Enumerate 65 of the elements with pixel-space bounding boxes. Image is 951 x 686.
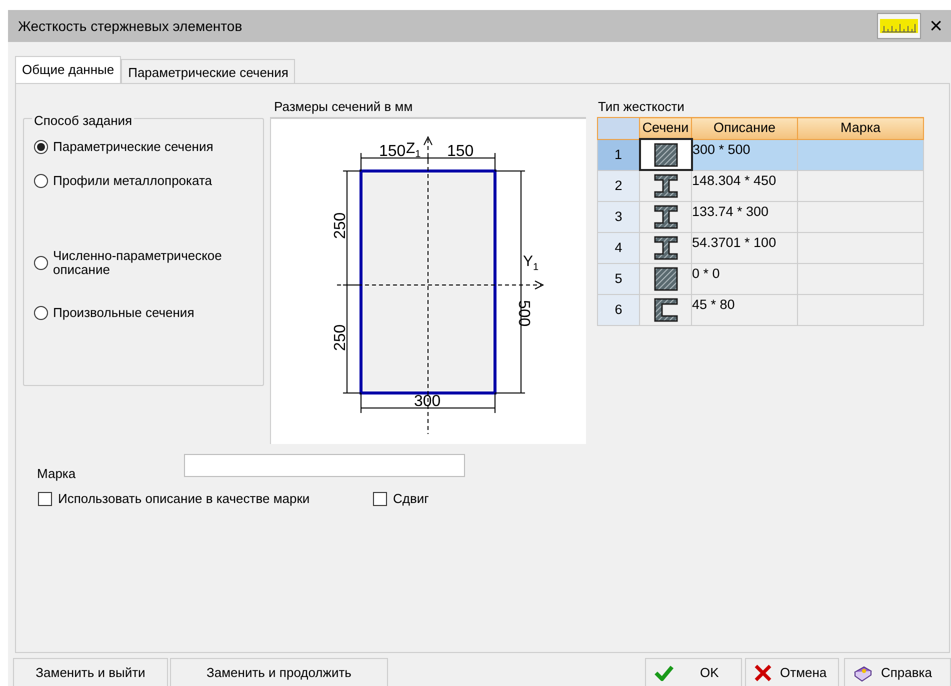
dimension-label: 300 <box>414 393 441 410</box>
table-cell: 148.304 * 450 <box>692 170 798 202</box>
plain-button[interactable]: Заменить и продолжить <box>170 658 388 686</box>
table-row[interactable]: 1 300 * 500 <box>598 139 924 170</box>
radio-label: Численно-параметрическое описание <box>53 249 223 278</box>
table-row[interactable]: 6 45 * 80 <box>598 294 924 326</box>
column-header[interactable]: Сечени <box>640 118 692 140</box>
row-number: 4 <box>598 232 640 264</box>
mark-field[interactable] <box>184 454 465 477</box>
book-icon <box>853 664 873 682</box>
field-label: Марка <box>37 465 76 483</box>
section-icon <box>652 296 678 323</box>
table-title: Тип жесткости <box>598 98 684 116</box>
table-cell: 45 * 80 <box>692 294 798 326</box>
close-icon <box>754 664 772 682</box>
close-button[interactable]: × <box>921 15 951 37</box>
help-button[interactable]: Справка <box>844 658 951 686</box>
corner-cell <box>598 118 640 140</box>
column-header[interactable]: Марка <box>798 118 924 140</box>
dimension-label: 150 <box>447 143 474 160</box>
dimension-label: 250 <box>332 212 349 239</box>
dimension-label: 150 <box>379 143 406 160</box>
ruler-button[interactable] <box>877 13 921 39</box>
row-number: 5 <box>598 263 640 294</box>
row-number: 2 <box>598 170 640 202</box>
ok-button[interactable]: OK <box>645 658 742 686</box>
table-row[interactable]: 3 133.74 * 300 <box>598 201 924 232</box>
table-cell: 0 * 0 <box>692 263 798 294</box>
radio-label: Параметрические сечения <box>53 138 214 156</box>
section-icon <box>652 142 678 168</box>
window-title: Жесткость стержневых элементов <box>18 16 242 36</box>
checkbox-label: Использовать описание в качестве марки <box>58 490 310 508</box>
checkbox[interactable] <box>373 492 387 506</box>
checkbox[interactable] <box>38 492 52 506</box>
radio-label: Профили металлопроката <box>53 172 212 190</box>
table-cell: 54.3701 * 100 <box>692 232 798 264</box>
row-number: 1 <box>598 139 640 170</box>
table-row[interactable]: 4 54.3701 * 100 <box>598 232 924 264</box>
row-number: 3 <box>598 201 640 232</box>
checkbox-label: Сдвиг <box>393 490 429 508</box>
axis-label: Z$_{1}$ <box>406 140 421 160</box>
tab[interactable]: Общие данные <box>15 56 122 83</box>
radio-button[interactable] <box>34 140 48 154</box>
section-icon <box>652 173 678 199</box>
plain-button[interactable]: Заменить и выйти <box>13 658 168 686</box>
radio-button[interactable] <box>34 256 48 270</box>
dimension-label: 250 <box>332 324 349 351</box>
cancel-button[interactable]: Отмена <box>745 658 839 686</box>
section-icon <box>652 234 678 261</box>
table-cell: 300 * 500 <box>692 139 798 170</box>
table-cell: 133.74 * 300 <box>692 201 798 232</box>
radio-button[interactable] <box>34 306 48 320</box>
radio-button[interactable] <box>34 174 48 188</box>
axis-label: Y$_{1}$ <box>523 253 539 273</box>
radio-label: Произвольные сечения <box>53 304 194 322</box>
section-icon <box>652 204 678 230</box>
table-row[interactable]: 2 148.304 * 450 <box>598 170 924 202</box>
section-icon <box>652 266 678 292</box>
table-row[interactable]: 5 0 * 0 <box>598 263 924 294</box>
row-number: 6 <box>598 294 640 326</box>
column-header[interactable]: Описание <box>692 118 798 140</box>
ruler-icon <box>880 19 918 33</box>
check-icon <box>654 664 674 680</box>
drawing-title: Размеры сечений в мм <box>274 98 413 116</box>
tab[interactable]: Параметрические сечения <box>121 59 296 83</box>
